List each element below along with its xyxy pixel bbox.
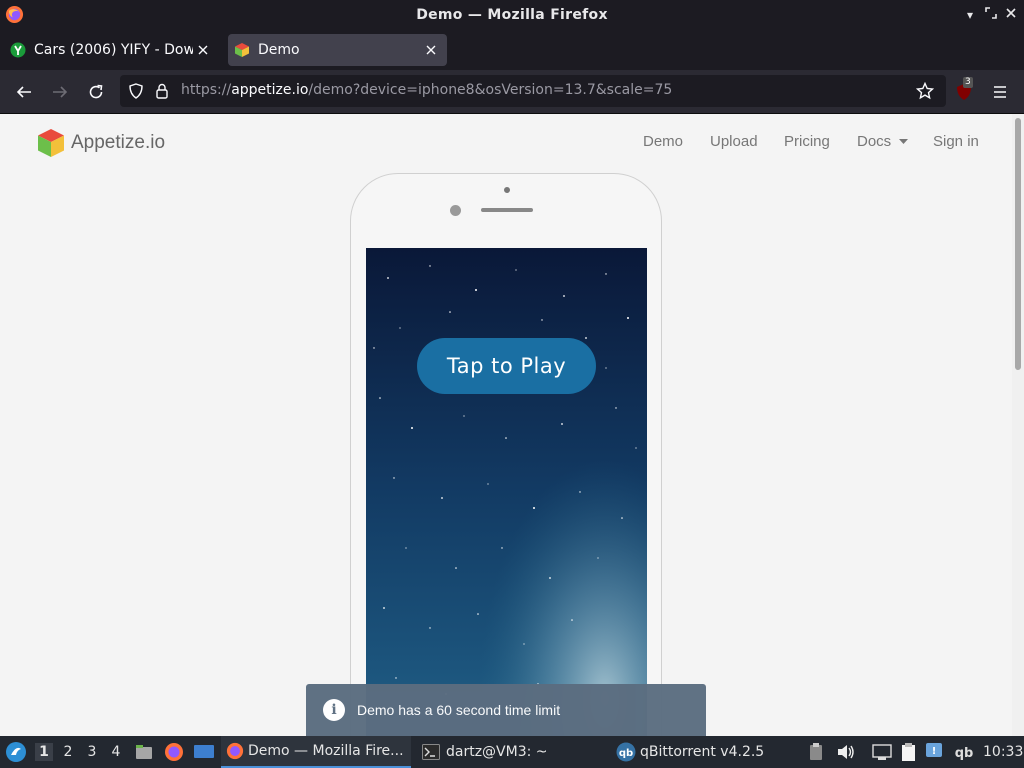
tab-cars-yify[interactable]: Cars (2006) YIFY - Download — [4, 34, 219, 66]
ublock-badge: 3 — [963, 77, 973, 88]
update-notifier-icon[interactable]: ! — [925, 742, 943, 760]
tracking-protection-shield-icon[interactable] — [128, 83, 144, 99]
svg-text:qb: qb — [955, 746, 974, 761]
window-title: Demo — Mozilla Firefox — [416, 7, 608, 23]
earpiece-speaker — [481, 208, 533, 212]
restore-icon[interactable] — [983, 7, 999, 23]
workspace-4[interactable]: 4 — [107, 743, 125, 761]
appetize-brand-link[interactable]: Appetize.io — [37, 128, 165, 158]
info-icon: i — [323, 699, 345, 721]
url-text[interactable]: https://appetize.io/demo?device=iphone8&… — [181, 82, 672, 98]
svg-text:!: ! — [932, 746, 937, 757]
device-screen[interactable]: Tap to Play — [366, 248, 647, 736]
site-nav-demo[interactable]: Demo — [643, 133, 683, 150]
task-terminal[interactable]: dartz@VM3: ~ — [419, 736, 599, 768]
workspace-2[interactable]: 2 — [59, 743, 77, 761]
page-scrollbar[interactable] — [1012, 114, 1024, 736]
address-bar[interactable]: https://appetize.io/demo?device=iphone8&… — [120, 75, 946, 107]
site-nav-docs[interactable]: Docs — [857, 133, 909, 150]
workspace-3[interactable]: 3 — [83, 743, 101, 761]
back-arrow-icon[interactable] — [13, 81, 35, 103]
tab-label: Cars (2006) YIFY - Download — [34, 42, 193, 58]
close-window-icon[interactable] — [1003, 7, 1019, 23]
bookmark-star-icon[interactable] — [916, 82, 934, 100]
workspace-1[interactable]: 1 — [35, 743, 53, 761]
task-label: dartz@VM3: ~ — [446, 744, 548, 760]
volume-icon[interactable] — [836, 743, 856, 761]
site-nav-upload[interactable]: Upload — [710, 133, 758, 150]
notes-tray-icon[interactable] — [900, 742, 918, 762]
file-manager-icon[interactable] — [134, 742, 154, 762]
appetize-favicon-icon — [235, 43, 249, 57]
time-limit-toast: i Demo has a 60 second time limit — [306, 684, 706, 736]
minimize-icon[interactable]: ▾ — [962, 7, 978, 23]
clipboard-tray-icon[interactable] — [808, 743, 824, 761]
task-label: qBittorrent v4.2.5 — [640, 744, 765, 760]
site-nav-pricing[interactable]: Pricing — [784, 133, 830, 150]
hamburger-menu-icon[interactable] — [989, 81, 1011, 103]
site-nav-docs-label: Docs — [857, 133, 892, 150]
clock[interactable]: 10:33 — [983, 744, 1023, 760]
tab-label: Demo — [258, 42, 300, 58]
forward-arrow-icon[interactable] — [49, 81, 71, 103]
task-qbittorrent[interactable]: qb qBittorrent v4.2.5 — [614, 736, 804, 768]
reload-icon[interactable] — [85, 81, 107, 103]
close-tab-icon[interactable] — [421, 40, 441, 60]
qbittorrent-tray-icon[interactable]: qb — [953, 743, 975, 761]
desktop-taskbar: 1 2 3 4 Demo — Mozilla Fire... dartz@VM3… — [0, 736, 1024, 768]
starfield-wallpaper — [366, 248, 647, 736]
navigation-toolbar: https://appetize.io/demo?device=iphone8&… — [0, 70, 1024, 114]
close-tab-icon[interactable] — [193, 40, 213, 60]
firefox-launcher-icon[interactable] — [164, 742, 184, 762]
camera-lens — [450, 205, 461, 216]
tab-demo[interactable]: Demo — [228, 34, 447, 66]
tab-strip: Cars (2006) YIFY - Download Demo — [0, 30, 1024, 87]
firefox-logo-icon — [5, 5, 24, 24]
caret-down-icon — [899, 139, 909, 145]
firefox-icon — [226, 742, 244, 760]
brand-name: Appetize.io — [71, 132, 166, 153]
task-firefox[interactable]: Demo — Mozilla Fire... — [221, 736, 411, 768]
qbittorrent-icon: qb — [616, 742, 636, 762]
toast-message: Demo has a 60 second time limit — [357, 702, 561, 718]
site-nav-sign-in[interactable]: Sign in — [933, 133, 979, 150]
app-menu-icon[interactable] — [5, 741, 27, 763]
appetize-cube-logo-icon — [38, 129, 64, 157]
front-camera — [504, 187, 510, 193]
network-icon[interactable] — [872, 743, 892, 761]
tap-to-play-button[interactable]: Tap to Play — [417, 338, 596, 394]
page-viewport: Appetize.io Demo Upload Pricing Docs Sig… — [0, 114, 1012, 736]
terminal-icon — [422, 744, 440, 760]
yify-favicon-icon — [10, 42, 26, 58]
task-label: Demo — Mozilla Fire... — [248, 743, 404, 759]
iphone-device-frame: Tap to Play — [350, 173, 662, 736]
scrollbar-thumb[interactable] — [1015, 118, 1021, 370]
svg-text:qb: qb — [619, 748, 633, 759]
desktop-show-icon[interactable] — [193, 742, 215, 762]
window-titlebar: Demo — Mozilla Firefox ▾ — [0, 0, 1024, 30]
ublock-extension-icon[interactable]: 3 — [953, 77, 975, 103]
lock-icon[interactable] — [155, 83, 169, 99]
